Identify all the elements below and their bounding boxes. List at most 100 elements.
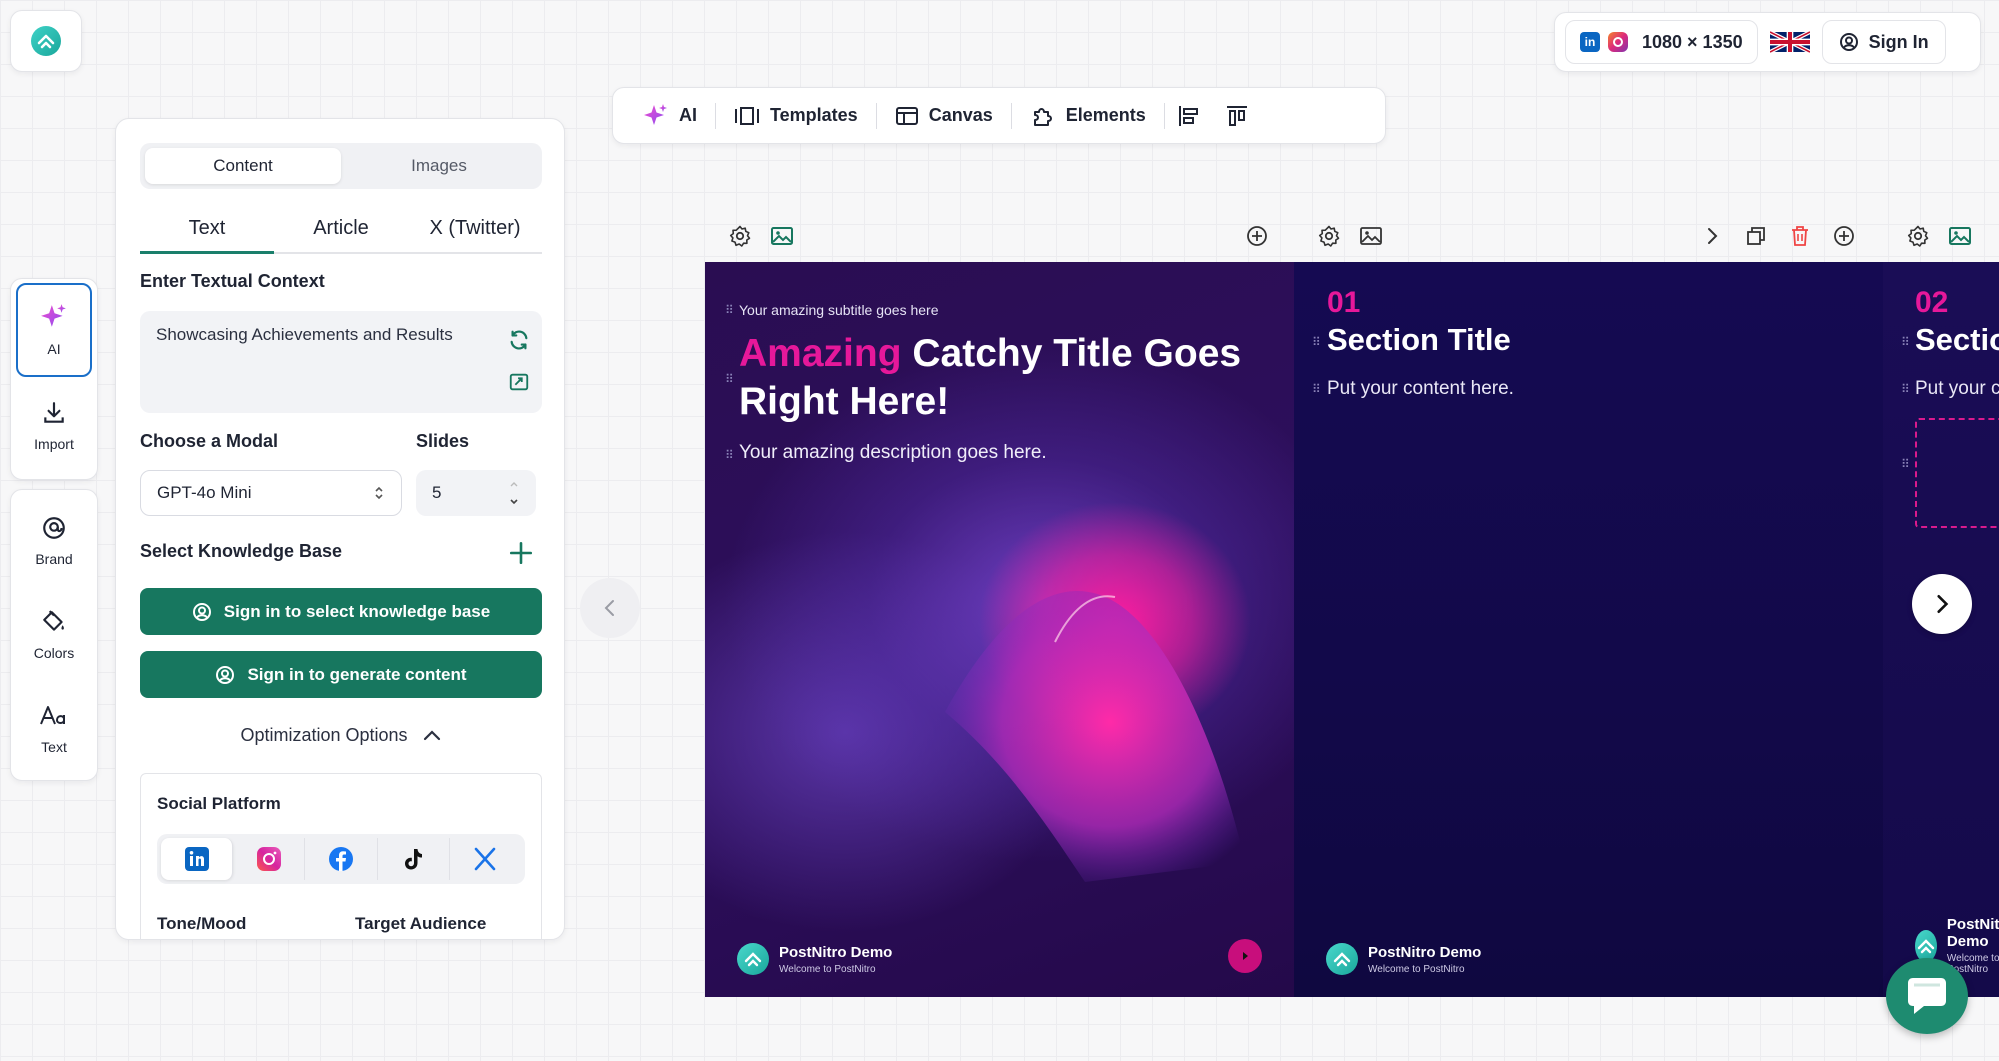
image-icon[interactable] xyxy=(1359,224,1383,248)
platform-linkedin[interactable] xyxy=(161,838,234,880)
align-top-icon xyxy=(1226,105,1247,126)
context-textarea[interactable]: Showcasing Achievements and Results xyxy=(140,311,542,413)
platform-tiktok[interactable] xyxy=(378,838,450,880)
toolbar-ai[interactable]: AI xyxy=(625,98,715,134)
next-slide-button[interactable] xyxy=(1912,574,1972,634)
tab-x-twitter[interactable]: X (Twitter) xyxy=(408,204,542,252)
play-arrow-icon[interactable] xyxy=(1228,939,1262,973)
rail-colors-label: Colors xyxy=(33,645,75,661)
sign-in-generate-button[interactable]: Sign in to generate content xyxy=(140,651,542,698)
slide-2[interactable]: 01 ⠿ Section Title ⠿ Put your content he… xyxy=(1294,262,1883,997)
slide2-number[interactable]: 01 xyxy=(1327,286,1360,320)
slide3-title[interactable]: Section Title xyxy=(1915,322,1999,358)
social-platform-selector xyxy=(157,834,525,884)
chevron-left-icon xyxy=(604,600,614,616)
app-logo[interactable] xyxy=(10,10,82,72)
drag-handle-icon[interactable]: ⠿ xyxy=(1901,335,1910,349)
slide3-body[interactable]: Put your content here. xyxy=(1915,378,1999,400)
drag-handle-icon[interactable]: ⠿ xyxy=(725,303,734,317)
image-icon[interactable] xyxy=(770,224,794,248)
chevron-right-icon[interactable] xyxy=(1700,224,1724,248)
add-knowledge-base-icon[interactable] xyxy=(508,540,534,566)
slide-1[interactable]: ⠿ Your amazing subtitle goes here ⠿ Amaz… xyxy=(705,262,1294,997)
expand-icon[interactable] xyxy=(508,371,530,393)
slide2-body[interactable]: Put your content here. xyxy=(1327,378,1514,400)
model-select[interactable]: GPT-4o Mini xyxy=(140,470,402,516)
rail-item-text[interactable]: Text xyxy=(16,682,92,776)
brand-name: PostNitro Demo xyxy=(1946,916,1999,950)
duplicate-icon[interactable] xyxy=(1744,224,1768,248)
rail-item-import[interactable]: Import xyxy=(16,379,92,473)
drag-handle-icon[interactable]: ⠿ xyxy=(725,372,734,386)
align-top-button[interactable] xyxy=(1213,98,1261,134)
add-slide-icon[interactable] xyxy=(1245,224,1269,248)
toolbar-templates-label: Templates xyxy=(770,105,858,125)
rail-item-brand[interactable]: Brand xyxy=(16,494,92,588)
text-aa-icon xyxy=(40,706,65,725)
sign-in-button[interactable]: Sign In xyxy=(1821,20,1946,64)
align-left-button[interactable] xyxy=(1165,98,1213,134)
slide3-controls xyxy=(1906,224,1972,248)
drag-handle-icon[interactable]: ⠿ xyxy=(1901,457,1910,471)
stepper-arrows-icon[interactable] xyxy=(508,478,520,508)
rail-item-colors[interactable]: Colors xyxy=(16,588,92,682)
image-icon[interactable] xyxy=(1948,224,1972,248)
user-circle-icon xyxy=(1839,33,1858,51)
slide1-brand-footer[interactable]: PostNitro Demo Welcome to PostNitro xyxy=(737,943,892,975)
brand-icon xyxy=(43,517,65,539)
left-rail-primary: AI Import xyxy=(10,278,98,480)
sign-in-knowledge-base-button[interactable]: Sign in to select knowledge base xyxy=(140,588,542,635)
rail-text-label: Text xyxy=(41,739,67,755)
drag-handle-icon[interactable]: ⠿ xyxy=(1312,382,1321,396)
trash-icon[interactable] xyxy=(1788,224,1812,248)
slides-stepper[interactable]: 5 xyxy=(416,470,536,516)
context-label: Enter Textual Context xyxy=(140,271,325,291)
toolbar-ai-label: AI xyxy=(679,105,697,125)
settings-gear-icon[interactable] xyxy=(728,224,752,248)
platform-instagram[interactable] xyxy=(233,838,306,880)
platform-x[interactable] xyxy=(450,838,521,880)
tone-label: Tone/Mood xyxy=(157,914,247,933)
tab-text[interactable]: Text xyxy=(140,204,274,254)
align-left-icon xyxy=(1178,105,1198,126)
settings-gear-icon[interactable] xyxy=(1906,224,1930,248)
chat-support-button[interactable] xyxy=(1886,958,1968,1034)
drag-handle-icon[interactable]: ⠿ xyxy=(1901,382,1910,396)
drag-handle-icon[interactable]: ⠿ xyxy=(725,448,734,462)
user-circle-icon xyxy=(216,665,235,684)
toolbar-templates[interactable]: Templates xyxy=(716,98,876,134)
rail-ai-label: AI xyxy=(47,341,61,357)
brand-logo-icon xyxy=(1915,929,1937,962)
top-toolbar: AI Templates Canvas Elements xyxy=(612,87,1386,144)
add-slide-icon[interactable] xyxy=(1832,224,1856,248)
slide1-description[interactable]: Your amazing description goes here. xyxy=(739,442,1047,464)
tab-content[interactable]: Content xyxy=(145,148,341,184)
tab-images[interactable]: Images xyxy=(341,148,537,184)
canvas-size-label: 1080 × 1350 xyxy=(1642,31,1743,52)
slide2-brand-footer[interactable]: PostNitro Demo Welcome to PostNitro xyxy=(1326,943,1481,975)
chevron-right-icon xyxy=(1937,594,1949,614)
content-images-toggle: Content Images xyxy=(140,143,542,189)
settings-gear-icon[interactable] xyxy=(1317,224,1341,248)
previous-slide-button[interactable] xyxy=(580,578,640,638)
platform-facebook[interactable] xyxy=(305,838,378,880)
image-placeholder[interactable] xyxy=(1915,418,1999,528)
toolbar-elements[interactable]: Elements xyxy=(1012,98,1164,134)
slide3-number[interactable]: 02 xyxy=(1915,286,1948,320)
templates-icon xyxy=(735,106,759,125)
model-label: Choose a Modal xyxy=(140,431,279,451)
slide2-title[interactable]: Section Title xyxy=(1327,322,1511,358)
slide1-subtitle[interactable]: Your amazing subtitle goes here xyxy=(739,302,939,318)
social-platform-section: Social Platform Tone/Mood Target Audienc… xyxy=(140,773,542,939)
tab-article[interactable]: Article xyxy=(274,204,408,252)
toolbar-canvas[interactable]: Canvas xyxy=(877,98,1011,134)
brand-name: PostNitro Demo xyxy=(779,943,893,961)
toolbar-elements-label: Elements xyxy=(1065,105,1146,125)
uk-flag-icon[interactable] xyxy=(1769,27,1810,57)
drag-handle-icon[interactable]: ⠿ xyxy=(1312,335,1321,349)
slide1-title[interactable]: Amazing Catchy Title Goes Right Here! xyxy=(739,330,1259,426)
rail-item-ai[interactable]: AI xyxy=(16,283,92,377)
canvas-size-selector[interactable]: in 1080 × 1350 xyxy=(1565,20,1758,64)
refresh-icon[interactable] xyxy=(508,329,530,351)
optimization-options-toggle[interactable]: Optimization Options xyxy=(140,715,542,755)
